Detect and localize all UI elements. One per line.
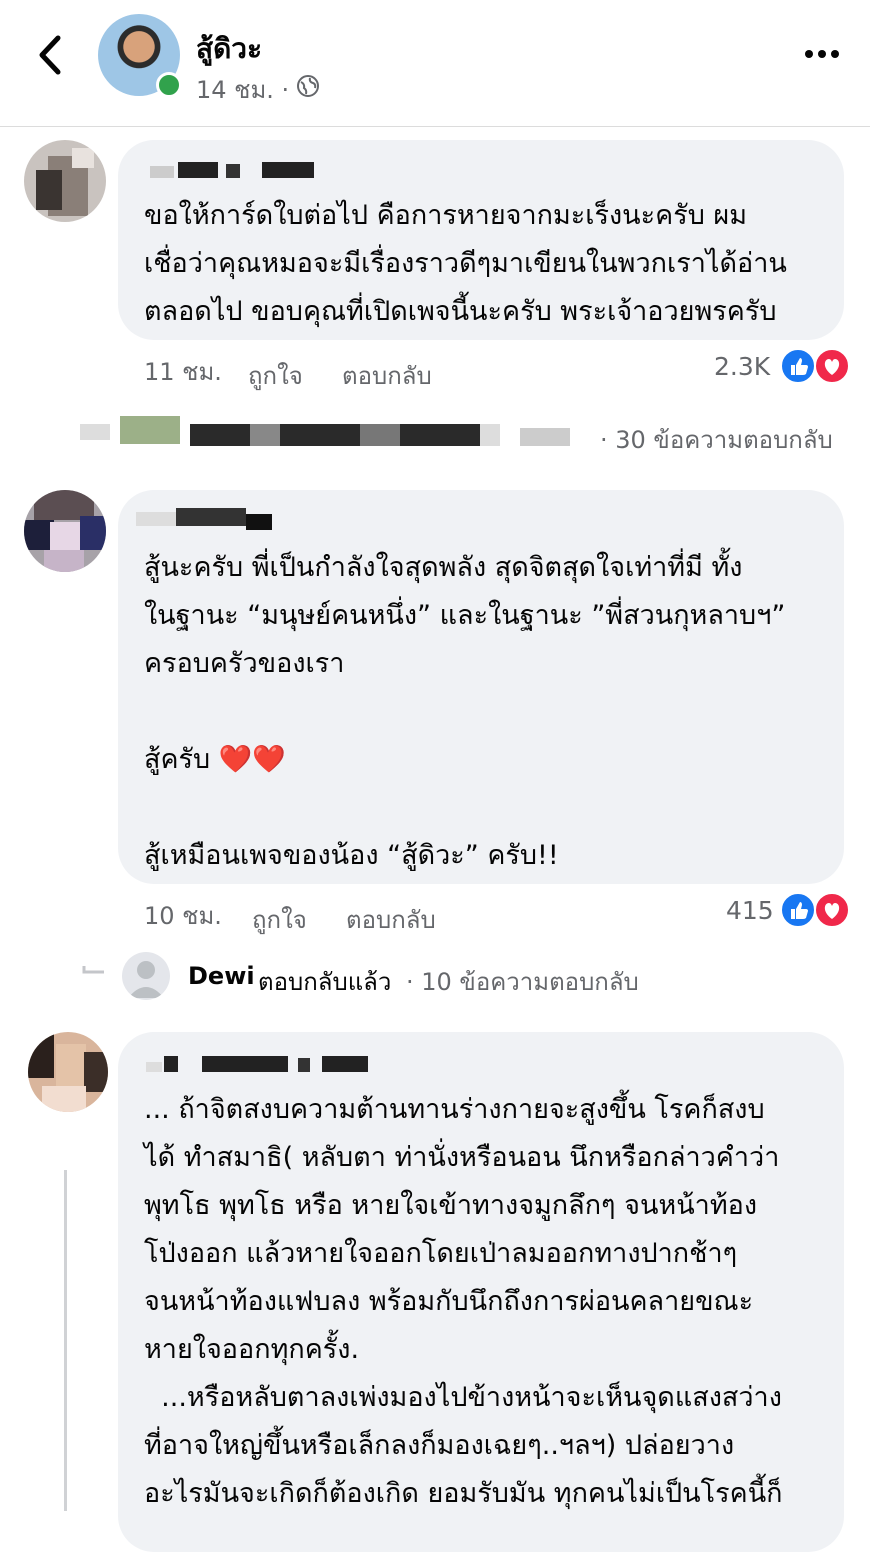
commenter-name-blurred[interactable] [146,1056,370,1072]
reply-author[interactable]: Dewi [188,962,255,990]
comment-time: 11 ชม. [144,358,222,386]
globe-icon [296,74,320,98]
reply-button[interactable]: ตอบกลับ [342,356,432,395]
commenter-name-blurred[interactable] [150,162,320,178]
like-button[interactable]: ถูกใจ [252,900,307,939]
replies-summary[interactable]: · 10 ข้อความตอบกลับ [406,962,639,1001]
love-reaction-icon [814,892,850,928]
commenter-name-blurred[interactable] [136,506,286,530]
thread-line [64,1170,67,1511]
comment-text: สู้นะครับ พี่เป็นกำลังใจสุดพลัง สุดจิตสุ… [144,552,786,871]
reply-arrow-icon [82,964,106,980]
like-reaction-icon [780,348,816,384]
comment-avatar[interactable] [24,490,106,572]
comment-avatar[interactable] [24,140,106,222]
post-header: สู้ดิวะ 14 ชม. · [0,0,870,127]
love-reaction-icon [814,348,850,384]
author-name[interactable]: สู้ดิวะ [196,27,262,71]
comment-text: ขอให้การ์ดใบต่อไป คือการหายจากมะเร็งนะคร… [144,200,787,327]
post-time: 14 ชม. · [196,76,290,104]
replier-names-blurred[interactable] [80,408,580,448]
reply-button[interactable]: ตอบกลับ [346,900,436,939]
like-button[interactable]: ถูกใจ [248,356,303,395]
comment-time: 10 ชม. [144,902,222,930]
default-avatar-icon[interactable] [122,952,170,1000]
more-icon[interactable] [802,38,842,68]
replies-summary[interactable]: · 30 ข้อความตอบกลับ [600,420,833,459]
reactions-count[interactable]: 415 [726,896,774,925]
reply-action: ตอบกลับแล้ว [258,968,392,996]
like-reaction-icon [780,892,816,928]
comment-text: ... ถ้าจิตสงบความต้านทานร่างกายจะสูงขึ้น… [144,1094,783,1509]
back-arrow-icon[interactable] [30,30,70,80]
reactions-count[interactable]: 2.3K [714,352,770,381]
online-indicator [156,72,182,98]
comment-avatar[interactable] [28,1032,108,1112]
